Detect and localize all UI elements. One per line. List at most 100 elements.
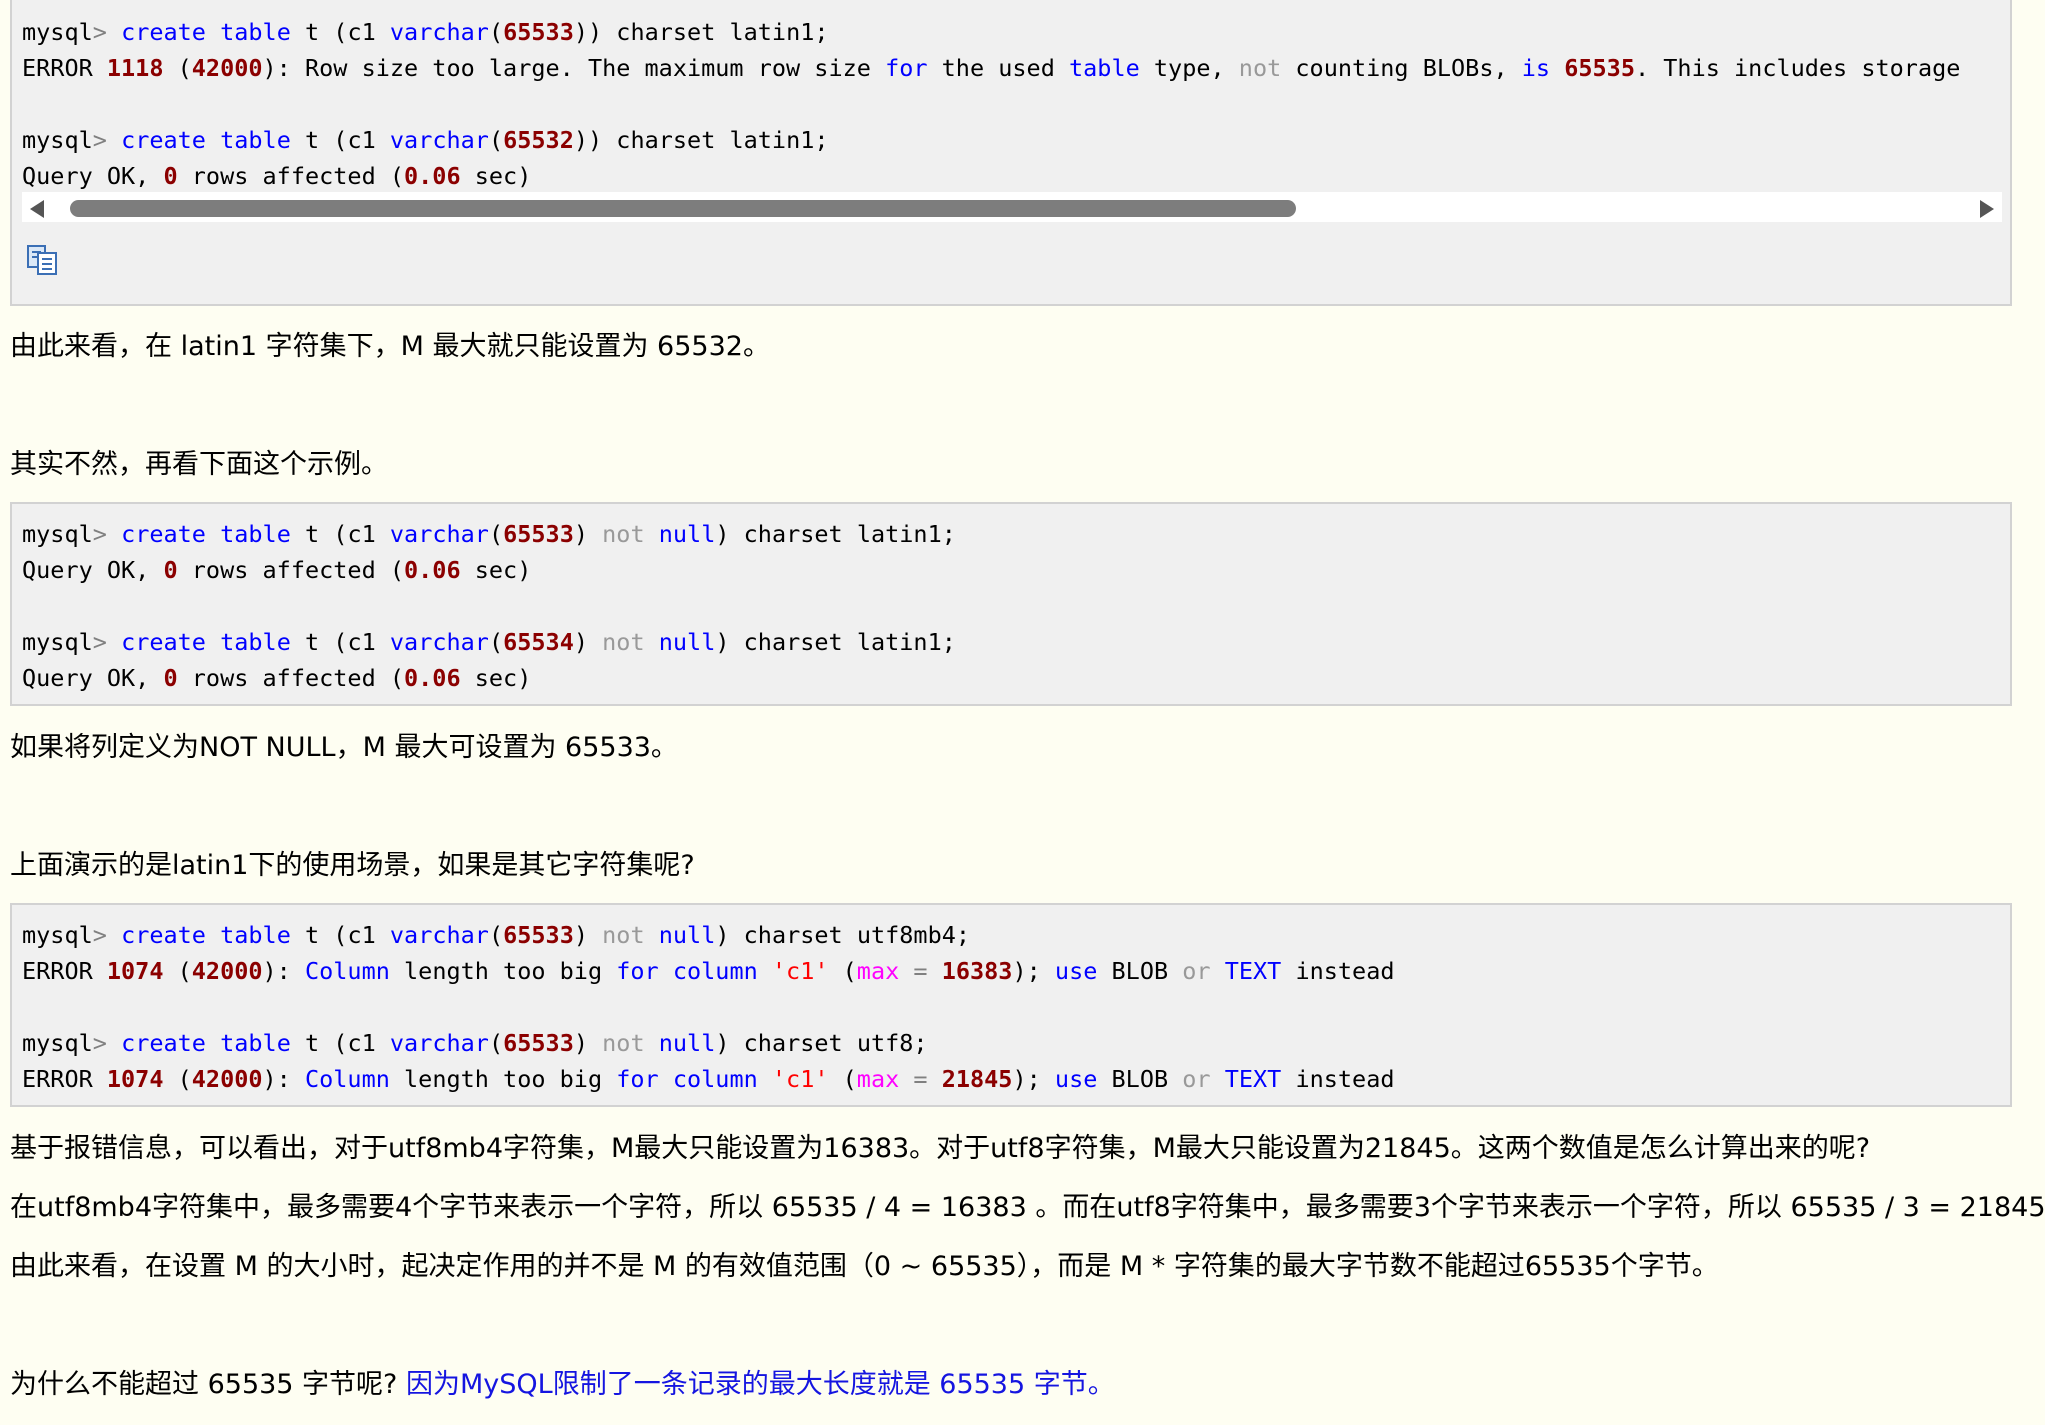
paragraph: 在utf8mb4字符集中，最多需要4个字节来表示一个字符，所以 65535 / … [10,1192,2045,1223]
code-number: 1074 [106,957,164,985]
code-text: rows affected ( [177,556,405,584]
code-operator: = [913,1065,928,1093]
code-keyword: TEXT [1224,957,1282,985]
code-operator: > [92,921,107,949]
mysql-row-limit-link[interactable]: 因为MySQL限制了一条记录的最大长度就是 65535 字节。 [406,1369,1115,1400]
copy-icon[interactable] [26,244,60,276]
code-string: 'c1' [771,1065,829,1093]
code-line: Query OK, 0 rows affected (0.06 sec) [22,158,531,194]
code-function: varchar [389,921,489,949]
code-keyword: column [672,957,758,985]
code-line: Query OK, 0 rows affected (0.06 sec) [22,660,531,696]
code-keyword: for [885,54,928,82]
code-text: ( [488,628,504,656]
scrollbar-thumb[interactable] [70,200,1296,217]
code-text: the used [927,54,1069,82]
code-text: t (c1 [290,520,390,548]
code-number: 0 [163,664,178,692]
code-text: sec) [460,162,532,190]
paragraph: 如果将列定义为NOT NULL，M 最大可设置为 65533。 [10,732,678,763]
code-text: ) charset utf8; [715,1029,928,1057]
code-text: ) [573,520,603,548]
code-prompt: mysql [22,921,93,949]
code-function: varchar [389,628,489,656]
code-text: type, [1139,54,1239,82]
code-text: Query OK, [22,556,164,584]
code-operator: > [92,1029,107,1057]
code-text: ( [488,18,504,46]
code-line: mysql> create table t (c1 varchar(65533)… [22,917,970,953]
code-operator: > [92,126,107,154]
code-text: Query OK, [22,162,164,190]
arrow-left-icon[interactable] [30,200,44,218]
code-line: ERROR 1074 (42000): Column length too bi… [22,1061,1395,1097]
code-text: ) charset latin1; [715,520,956,548]
code-number: 65534 [503,628,574,656]
code-prompt: mysql [22,126,93,154]
code-number: 0 [163,556,178,584]
code-keyword: table [220,1029,291,1057]
code-number: 42000 [191,54,263,82]
code-keyword: table [220,18,291,46]
code-builtin: max [856,1065,900,1093]
code-text: t (c1 [290,921,390,949]
code-keyword: table [220,520,291,548]
paragraph: 其实不然，再看下面这个示例。 [10,449,388,480]
code-text: t (c1 [290,18,390,46]
code-text: rows affected ( [177,162,405,190]
code-text: . This includes storage [1634,54,1961,82]
code-keyword: create [121,921,206,949]
arrow-right-icon[interactable] [1980,200,1994,218]
code-text: counting BLOBs, [1281,54,1522,82]
code-text: ( [488,126,504,154]
code-keyword: table [1069,54,1140,82]
code-text: ) [573,628,603,656]
code-keyword: null [658,921,716,949]
code-text: ): [262,1065,305,1093]
code-number: 65533 [503,18,574,46]
code-keyword: table [220,921,291,949]
code-text: length too big [389,1065,617,1093]
code-number: 65533 [503,921,574,949]
code-keyword: is [1521,54,1551,82]
code-text: ) charset utf8mb4; [715,921,971,949]
code-prompt: mysql [22,1029,93,1057]
code-line: mysql> create table t (c1 varchar(65533)… [22,14,829,50]
code-text: ( [828,957,857,985]
code-number: 42000 [191,1065,263,1093]
code-text: )) charset latin1; [573,126,829,154]
code-prompt: mysql [22,520,93,548]
code-number: 1118 [106,54,164,82]
code-keyword: not [602,520,645,548]
code-operator: = [913,957,928,985]
code-keyword: not [602,628,645,656]
code-line: mysql> create table t (c1 varchar(65532)… [22,122,829,158]
code-text: ERROR [22,1065,107,1093]
code-operator: > [92,628,107,656]
paragraph: 由此来看，在设置 M 的大小时，起决定作用的并不是 M 的有效值范围（0 ~ 6… [10,1251,1719,1282]
code-number: 0.06 [404,556,461,584]
code-text: ( [488,921,504,949]
code-block: mysql> create table t (c1 varchar(65533)… [10,903,2012,1107]
code-line: mysql> create table t (c1 varchar(65533)… [22,1025,928,1061]
code-number: 65535 [1564,54,1635,82]
code-text: BLOB [1097,1065,1183,1093]
code-number: 65532 [503,126,574,154]
code-text: ( [163,54,192,82]
code-text: ): Row size too large. The maximum row s… [262,54,886,82]
horizontal-scrollbar[interactable] [22,192,2002,222]
code-text: ( [163,957,192,985]
code-keyword: table [220,628,291,656]
code-text: ( [488,520,504,548]
code-text: )) charset latin1; [573,18,829,46]
code-keyword: create [121,18,206,46]
code-string: 'c1' [771,957,829,985]
code-text: ( [488,1029,504,1057]
code-text: ); [1012,957,1055,985]
